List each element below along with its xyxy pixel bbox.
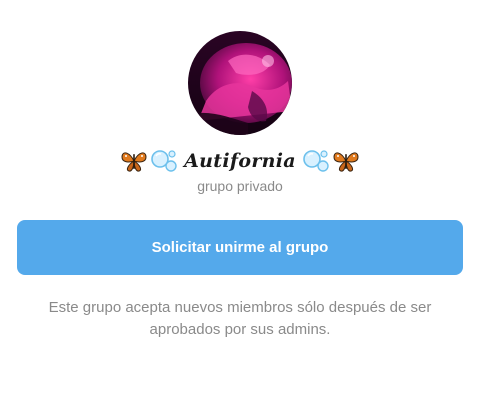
bubbles-icon xyxy=(150,148,178,174)
butterfly-icon xyxy=(332,148,360,174)
group-type-label: grupo privado xyxy=(197,178,283,194)
avatar-photo xyxy=(188,31,292,135)
butterfly-icon xyxy=(120,148,148,174)
approval-info-text: Este grupo acepta nuevos miembros sólo d… xyxy=(48,299,432,338)
group-join-screen: Autifornia grupo privado Solicitar unirm… xyxy=(0,0,480,412)
group-title-row: Autifornia xyxy=(0,146,480,176)
bubbles-icon xyxy=(302,148,330,174)
request-join-button[interactable]: Solicitar unirme al grupo xyxy=(17,220,463,275)
group-avatar[interactable] xyxy=(188,31,292,135)
group-name: Autifornia xyxy=(184,150,296,172)
